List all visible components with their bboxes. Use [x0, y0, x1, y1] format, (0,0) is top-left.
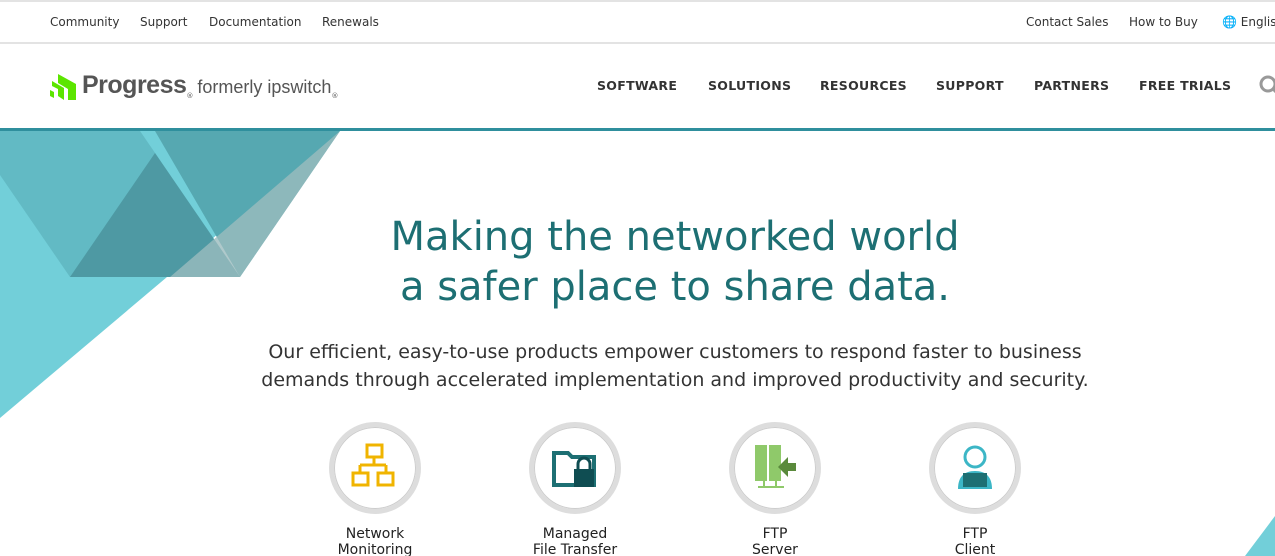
product-label-line-2: Client [954, 542, 996, 556]
hero-lead: Our efficient, easy-to-use products empo… [0, 338, 1275, 394]
nav-support[interactable]: SUPPORT [936, 78, 1004, 93]
network-icon [351, 443, 395, 487]
documentation-link[interactable]: Documentation [209, 15, 302, 29]
product-label-line-1: Managed [542, 526, 608, 542]
globe-icon: 🌐 [1222, 15, 1237, 29]
product-label-line-2: Monitoring [337, 542, 413, 556]
language-selector[interactable]: 🌐 English [1222, 15, 1275, 29]
nav-solutions[interactable]: SOLUTIONS [708, 78, 791, 93]
headline-line-2: a safer place to share data. [399, 264, 951, 310]
product-ftp-server[interactable]: FTP Server [715, 422, 835, 556]
lead-line-2: demands through accelerated implementati… [261, 369, 1089, 391]
product-label-line-2: Server [752, 542, 798, 556]
language-label: English [1240, 15, 1275, 29]
logo[interactable]: Progress ® formerly ipswitch ® [50, 71, 338, 100]
lead-line-1: Our efficient, easy-to-use products empo… [268, 341, 1082, 363]
renewals-link[interactable]: Renewals [322, 15, 379, 29]
how-to-buy-link[interactable]: How to Buy [1129, 15, 1198, 29]
locked-folder-icon [552, 451, 596, 487]
headline-line-1: Making the networked world [390, 214, 960, 260]
support-link[interactable]: Support [140, 15, 187, 29]
nav-free-trials[interactable]: FREE TRIALS [1139, 78, 1231, 93]
main-header: Progress ® formerly ipswitch ® SOFTWARE SO… [0, 44, 1275, 131]
product-label-line-1: Network [345, 526, 405, 542]
hero-headline: Making the networked world a safer place… [0, 212, 1275, 312]
product-network-monitoring[interactable]: Network Monitoring [315, 422, 435, 556]
logo-subtitle: formerly ipswitch [197, 77, 332, 97]
search-icon[interactable] [1258, 74, 1275, 96]
product-label-line-1: FTP [962, 526, 988, 542]
logo-brand: Progress [82, 71, 187, 99]
nav-resources[interactable]: RESOURCES [820, 78, 907, 93]
server-icon [755, 445, 796, 488]
community-link[interactable]: Community [50, 15, 119, 29]
product-managed-file-transfer[interactable]: Managed File Transfer [515, 422, 635, 556]
product-label-line-1: FTP [762, 526, 788, 542]
utility-bar: Community Support Documentation Renewals… [0, 0, 1275, 44]
user-laptop-icon [958, 445, 992, 489]
progress-logo-icon [50, 74, 76, 100]
product-ftp-client[interactable]: FTP Client [915, 422, 1035, 556]
nav-software[interactable]: SOFTWARE [597, 78, 677, 93]
contact-sales-link[interactable]: Contact Sales [1026, 15, 1108, 29]
product-label-line-2: File Transfer [532, 542, 618, 556]
nav-partners[interactable]: PARTNERS [1034, 78, 1109, 93]
